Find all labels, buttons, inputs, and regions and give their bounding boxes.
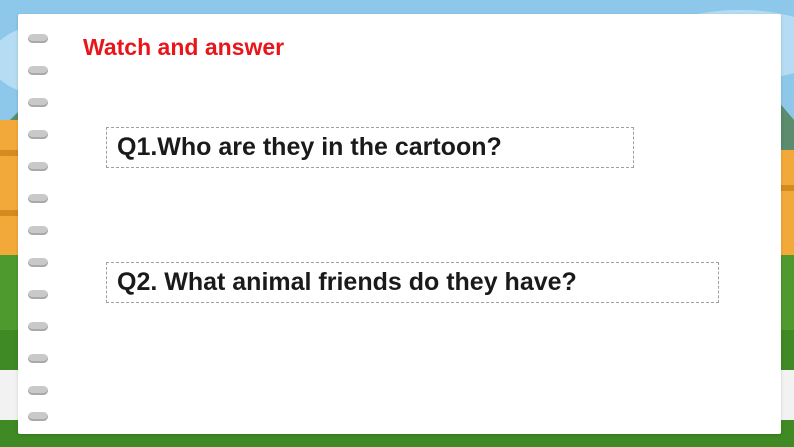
slide-heading: Watch and answer: [83, 34, 285, 60]
binder-ring: [28, 386, 48, 395]
binder-ring: [28, 162, 48, 171]
binder-ring: [28, 66, 48, 75]
binder-ring: [28, 130, 48, 139]
binder-ring: [28, 290, 48, 299]
binder-ring: [28, 258, 48, 267]
question-box-2: Q2. What animal friends do they have?: [106, 262, 719, 303]
binder-ring: [28, 354, 48, 363]
binder-ring: [28, 98, 48, 107]
question-box-1: Q1.Who are they in the cartoon?: [106, 127, 634, 168]
binder-ring: [28, 34, 48, 43]
binder-ring: [28, 194, 48, 203]
binder-ring: [28, 226, 48, 235]
question-text: Q1.Who are they in the cartoon?: [117, 133, 502, 161]
notebook-page: [18, 14, 781, 434]
binder-ring: [28, 322, 48, 331]
binder-ring: [28, 412, 48, 421]
question-text: Q2. What animal friends do they have?: [117, 268, 577, 296]
